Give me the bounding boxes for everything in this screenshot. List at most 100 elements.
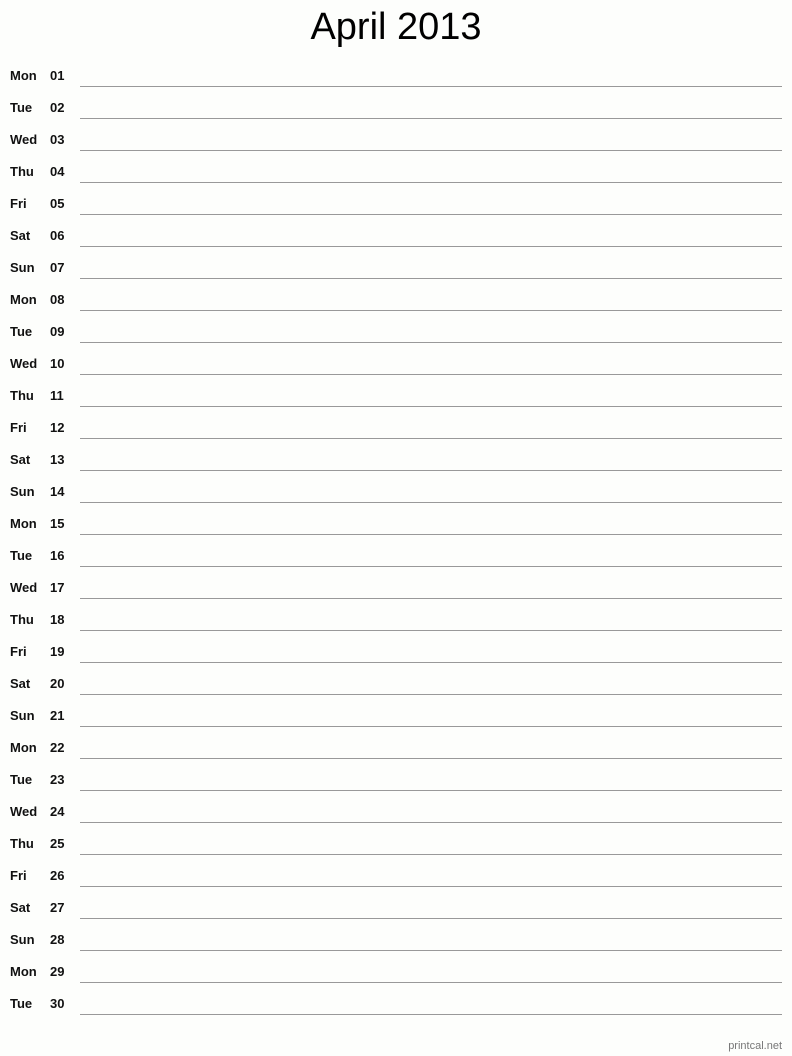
- day-row: Tue 09: [0, 320, 792, 352]
- day-number: 28: [50, 932, 65, 947]
- day-number: 30: [50, 996, 65, 1011]
- day-row: Tue 02: [0, 96, 792, 128]
- writing-line: [80, 502, 782, 503]
- footer-credit: printcal.net: [728, 1040, 782, 1052]
- weekday-label: Fri: [10, 868, 27, 883]
- writing-line: [80, 950, 782, 951]
- weekday-label: Mon: [10, 516, 37, 531]
- day-number: 22: [50, 740, 65, 755]
- weekday-label: Sun: [10, 484, 35, 499]
- day-row: Sat 27: [0, 896, 792, 928]
- day-number: 24: [50, 804, 65, 819]
- day-number: 05: [50, 196, 65, 211]
- day-number: 20: [50, 676, 65, 691]
- day-row: Mon 29: [0, 960, 792, 992]
- writing-line: [80, 918, 782, 919]
- day-row: Mon 01: [0, 64, 792, 96]
- day-number: 01: [50, 68, 65, 83]
- day-number: 23: [50, 772, 65, 787]
- day-row: Wed 10: [0, 352, 792, 384]
- day-number: 07: [50, 260, 65, 275]
- weekday-label: Wed: [10, 356, 38, 371]
- weekday-label: Mon: [10, 964, 37, 979]
- day-row: Sat 06: [0, 224, 792, 256]
- writing-line: [80, 534, 782, 535]
- day-number: 11: [50, 388, 64, 403]
- weekday-label: Mon: [10, 68, 37, 83]
- day-number: 17: [50, 580, 65, 595]
- day-row: Mon 22: [0, 736, 792, 768]
- weekday-label: Tue: [10, 548, 33, 563]
- writing-line: [80, 854, 782, 855]
- writing-line: [80, 182, 782, 183]
- weekday-label: Sat: [10, 452, 31, 467]
- weekday-label: Sun: [10, 260, 35, 275]
- writing-line: [80, 150, 782, 151]
- writing-line: [80, 278, 782, 279]
- day-list: Mon 01 Tue 02 Wed 03 Thu 04 Fri 05 Sat 06 Sun 07 Mon 08…: [0, 64, 792, 1024]
- weekday-label: Wed: [10, 132, 38, 147]
- day-row: Sun 14: [0, 480, 792, 512]
- day-number: 13: [50, 452, 65, 467]
- weekday-label: Fri: [10, 420, 27, 435]
- day-number: 12: [50, 420, 65, 435]
- weekday-label: Sat: [10, 900, 31, 915]
- writing-line: [80, 598, 782, 599]
- day-number: 18: [50, 612, 65, 627]
- writing-line: [80, 1014, 782, 1015]
- writing-line: [80, 694, 782, 695]
- day-row: Sat 20: [0, 672, 792, 704]
- day-row: Thu 11: [0, 384, 792, 416]
- weekday-label: Tue: [10, 100, 33, 115]
- day-row: Tue 16: [0, 544, 792, 576]
- day-number: 25: [50, 836, 65, 851]
- day-number: 19: [50, 644, 65, 659]
- writing-line: [80, 982, 782, 983]
- weekday-label: Sat: [10, 228, 31, 243]
- page-title: April 2013: [310, 6, 482, 48]
- day-row: Mon 15: [0, 512, 792, 544]
- day-row: Thu 04: [0, 160, 792, 192]
- writing-line: [80, 470, 782, 471]
- day-row: Wed 03: [0, 128, 792, 160]
- writing-line: [80, 374, 782, 375]
- writing-line: [80, 86, 782, 87]
- weekday-label: Thu: [10, 612, 34, 627]
- writing-line: [80, 214, 782, 215]
- day-number: 02: [50, 100, 65, 115]
- day-row: Fri 19: [0, 640, 792, 672]
- weekday-label: Thu: [10, 836, 34, 851]
- writing-line: [80, 118, 782, 119]
- day-number: 16: [50, 548, 65, 563]
- day-row: Wed 17: [0, 576, 792, 608]
- weekday-label: Tue: [10, 772, 33, 787]
- writing-line: [80, 406, 782, 407]
- weekday-label: Mon: [10, 740, 37, 755]
- day-row: Fri 12: [0, 416, 792, 448]
- writing-line: [80, 438, 782, 439]
- day-row: Fri 26: [0, 864, 792, 896]
- day-row: Wed 24: [0, 800, 792, 832]
- day-row: Sat 13: [0, 448, 792, 480]
- weekday-label: Sun: [10, 932, 35, 947]
- weekday-label: Tue: [10, 996, 33, 1011]
- day-row: Tue 23: [0, 768, 792, 800]
- day-row: Tue 30: [0, 992, 792, 1024]
- day-number: 14: [50, 484, 65, 499]
- weekday-label: Mon: [10, 292, 37, 307]
- day-number: 04: [50, 164, 65, 179]
- weekday-label: Wed: [10, 804, 38, 819]
- day-row: Mon 08: [0, 288, 792, 320]
- day-number: 15: [50, 516, 65, 531]
- day-number: 29: [50, 964, 65, 979]
- writing-line: [80, 566, 782, 567]
- weekday-label: Fri: [10, 196, 27, 211]
- weekday-label: Fri: [10, 644, 27, 659]
- writing-line: [80, 790, 782, 791]
- writing-line: [80, 246, 782, 247]
- weekday-label: Sat: [10, 676, 31, 691]
- day-number: 21: [50, 708, 65, 723]
- day-row: Fri 05: [0, 192, 792, 224]
- writing-line: [80, 886, 782, 887]
- day-row: Sun 28: [0, 928, 792, 960]
